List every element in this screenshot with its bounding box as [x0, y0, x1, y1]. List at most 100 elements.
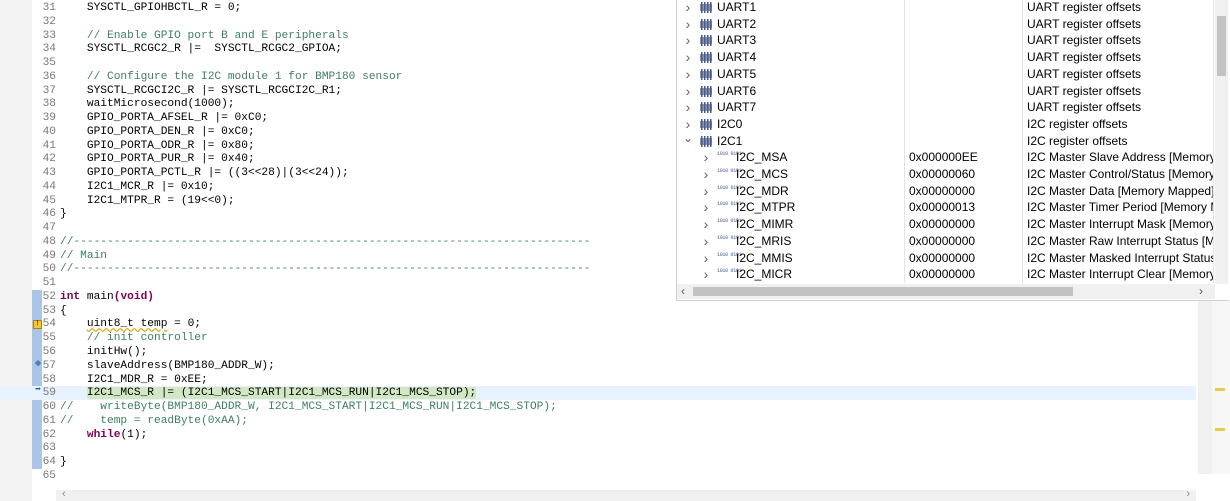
register-value[interactable]: 0x000000EE — [909, 149, 978, 166]
line-code[interactable]: SYSCTL_RCGC2_R |= SYSCTL_RCGC2_GPIOA; — [60, 42, 342, 56]
register-row[interactable]: › 1010 0101 I2C_MTPR 0x00000013 I2C Master T… — [677, 199, 1215, 217]
register-row[interactable]: › 1010 0101 I2C_MIMR 0x00000000 I2C Master I… — [677, 216, 1215, 234]
value-cell[interactable]: 0x00000000 — [905, 249, 1023, 267]
chevron-right-icon[interactable]: › — [701, 199, 711, 216]
chevron-right-icon[interactable]: › — [683, 32, 693, 49]
line-code[interactable]: SYSCTL_RCGCI2C_R |= SYSCTL_RCGCI2C_R1; — [60, 84, 342, 98]
register-row[interactable]: › 1010 0101 I2C_MMIS 0x00000000 I2C Master M… — [677, 249, 1215, 267]
register-row[interactable]: › 1010 0101 I2C_MRIS 0x00000000 I2C Master R… — [677, 232, 1215, 250]
chevron-right-icon[interactable]: › — [683, 16, 693, 33]
value-cell[interactable]: 0x00000000 — [905, 232, 1023, 250]
register-group-row[interactable]: › UART3 UART register offsets — [677, 32, 1215, 50]
line-code[interactable]: //--------------------------------------… — [60, 262, 590, 276]
line-code[interactable]: initHw(); — [60, 345, 147, 359]
line-code[interactable]: // Main — [60, 249, 107, 263]
line-code[interactable]: int main(void) — [60, 290, 154, 304]
chevron-right-icon[interactable]: › — [683, 116, 693, 133]
register-group-row[interactable]: › UART5 UART register offsets — [677, 65, 1215, 83]
scroll-left-icon[interactable]: ‹ — [681, 284, 685, 299]
registers-vertical-scrollbar[interactable] — [1215, 0, 1228, 284]
code-line[interactable]: 53 { — [0, 304, 1196, 318]
register-row[interactable]: › 1010 0101 I2C_MCS 0x00000060 I2C Master Co… — [677, 166, 1215, 183]
code-line[interactable]: 57 slaveAddress(BMP180_ADDR_W); ◆ — [0, 358, 1196, 373]
line-code[interactable]: // Configure the I2C module 1 for BMP180… — [60, 70, 403, 84]
breakpoint-icon[interactable]: ◆ — [33, 358, 43, 369]
value-cell[interactable]: 0x000000EE — [905, 149, 1023, 167]
chevron-down-icon[interactable]: ⌄ — [683, 133, 693, 147]
line-code[interactable]: slaveAddress(BMP180_ADDR_W); — [60, 359, 275, 373]
chevron-right-icon[interactable]: › — [701, 166, 711, 183]
register-value[interactable]: 0x00000000 — [909, 266, 975, 283]
line-code[interactable]: while(1); — [60, 428, 147, 442]
register-group-row[interactable]: ⌄ I2C1 I2C register offsets — [677, 132, 1215, 150]
line-code[interactable]: // temp = readByte(0xAA); — [60, 414, 248, 428]
registers-horizontal-scrollbar[interactable]: ‹ › — [677, 284, 1215, 299]
line-code[interactable]: } — [60, 207, 67, 221]
line-code[interactable]: uint8_t temp = 0; — [60, 317, 201, 331]
line-code[interactable]: I2C1_MCR_R |= 0x10; — [60, 180, 215, 194]
registers-view[interactable]: ‹ › › UART1 UART register offsets › UART2 UAR… — [676, 0, 1229, 301]
chevron-right-icon[interactable]: › — [683, 49, 693, 66]
register-group-row[interactable]: › UART4 UART register offsets — [677, 49, 1215, 67]
code-line[interactable]: 59 I2C1_MCS_R |= (I2C1_MCS_START|I2C1_MC… — [0, 386, 1196, 401]
warning-marker[interactable] — [1215, 388, 1225, 391]
line-code[interactable]: // init controller — [60, 331, 208, 345]
scroll-right-icon[interactable]: › — [1199, 284, 1203, 299]
register-value[interactable]: 0x00000000 — [909, 250, 975, 267]
editor-vertical-scrollbar[interactable] — [1198, 300, 1212, 474]
chevron-right-icon[interactable]: › — [701, 183, 711, 200]
value-cell[interactable]: 0x00000060 — [905, 166, 1023, 183]
register-group-row[interactable]: › I2C0 I2C register offsets — [677, 115, 1215, 133]
register-value[interactable]: 0x00000000 — [909, 233, 975, 250]
line-code[interactable]: // writeByte(BMP180_ADDR_W, I2C1_MCS_STA… — [60, 400, 557, 414]
value-cell[interactable]: 0x00000000 — [905, 182, 1023, 200]
value-cell[interactable]: 0x00000013 — [905, 199, 1023, 217]
code-line[interactable]: 56 initHw(); — [0, 345, 1196, 359]
code-line[interactable]: 60 // writeByte(BMP180_ADDR_W, I2C1_MCS_S… — [0, 400, 1196, 414]
value-cell[interactable]: 0x00000000 — [905, 216, 1023, 234]
line-code[interactable]: //--------------------------------------… — [60, 235, 590, 249]
chevron-right-icon[interactable]: › — [683, 83, 693, 100]
instruction-pointer-icon[interactable]: ➡ — [33, 386, 43, 396]
line-code[interactable]: SYSCTL_GPIOHBCTL_R = 0; — [60, 1, 241, 15]
register-group-row[interactable]: › UART2 UART register offsets — [677, 15, 1215, 33]
scroll-left-icon[interactable]: ‹ — [62, 488, 66, 500]
chevron-right-icon[interactable]: › — [701, 216, 711, 233]
line-code[interactable]: GPIO_PORTA_PCTL_R |= ((3<<28)|(3<<24)); — [60, 166, 349, 180]
line-code[interactable]: GPIO_PORTA_ODR_R |= 0x80; — [60, 139, 255, 153]
register-value[interactable]: 0x00000013 — [909, 199, 975, 216]
line-code[interactable]: waitMicrosecond(1000); — [60, 97, 235, 111]
code-line[interactable]: 65 — [0, 469, 1196, 483]
line-code[interactable]: } — [60, 455, 67, 469]
register-group-row[interactable]: › UART7 UART register offsets — [677, 99, 1215, 117]
scrollbar-thumb[interactable] — [693, 287, 1073, 296]
editor-horizontal-scrollbar[interactable]: ‹ › — [56, 488, 1196, 501]
register-value[interactable]: 0x00000000 — [909, 183, 975, 200]
line-code[interactable]: GPIO_PORTA_DEN_R |= 0xC0; — [60, 125, 255, 139]
code-line[interactable]: 64} — [0, 455, 1196, 469]
code-line[interactable]: 55 // init controller — [0, 331, 1196, 345]
code-line[interactable]: 61 // temp = readByte(0xAA); — [0, 414, 1196, 428]
code-line[interactable]: 58 I2C1_MDR_R = 0xEE; — [0, 373, 1196, 387]
code-line[interactable]: 62 while(1); — [0, 428, 1196, 442]
line-code[interactable]: // Enable GPIO port B and E peripherals — [60, 29, 349, 43]
code-line[interactable]: 63 — [0, 441, 1196, 455]
line-code[interactable]: I2C1_MCS_R |= (I2C1_MCS_START|I2C1_MCS_R… — [60, 386, 477, 400]
chevron-right-icon[interactable]: › — [701, 149, 711, 166]
chevron-right-icon[interactable]: › — [683, 0, 693, 16]
line-code[interactable]: I2C1_MTPR_R = (19<<0); — [60, 194, 235, 208]
scroll-right-icon[interactable]: › — [1186, 488, 1190, 500]
code-line[interactable]: 54 uint8_t temp = 0;! — [0, 317, 1196, 331]
warning-icon[interactable]: ! — [33, 320, 42, 330]
line-code[interactable]: I2C1_MDR_R = 0xEE; — [60, 373, 208, 387]
line-code[interactable]: GPIO_PORTA_AFSEL_R |= 0xC0; — [60, 111, 268, 125]
register-row[interactable]: › 1010 0101 I2C_MSA 0x000000EE I2C Master Sl… — [677, 149, 1215, 167]
chevron-right-icon[interactable]: › — [701, 266, 711, 283]
register-row[interactable]: › 1010 0101 I2C_MDR 0x00000000 I2C Master Da… — [677, 182, 1215, 200]
chevron-right-icon[interactable]: › — [683, 66, 693, 83]
line-code[interactable]: { — [60, 304, 67, 318]
register-group-row[interactable]: › UART6 UART register offsets — [677, 82, 1215, 100]
warning-marker[interactable] — [1215, 428, 1225, 431]
scrollbar-thumb[interactable] — [1217, 16, 1226, 76]
register-group-row[interactable]: › UART1 UART register offsets — [677, 0, 1215, 16]
